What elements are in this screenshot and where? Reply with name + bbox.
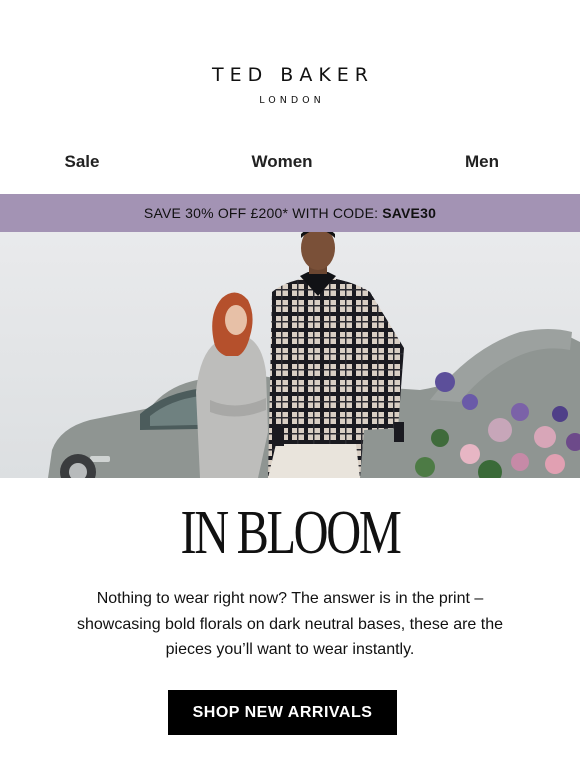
shop-new-arrivals-button[interactable]: SHOP NEW ARRIVALS: [168, 690, 397, 735]
headline: IN BLOOM: [180, 499, 401, 567]
body-line: pieces you’ll want to wear instantly.: [165, 641, 415, 658]
email-page: TED BAKER LONDON Sale Women Men SAVE 30%…: [0, 0, 580, 774]
promo-banner[interactable]: SAVE 30% OFF £200* WITH CODE: SAVE30: [0, 194, 580, 232]
promo-code: SAVE30: [382, 205, 437, 221]
body-line: Nothing to wear right now? The answer is…: [96, 590, 484, 607]
brand-logo[interactable]: TED BAKER LONDON: [0, 64, 580, 106]
hero-image[interactable]: [0, 232, 580, 478]
body-copy: Nothing to wear right now? The answer is…: [30, 586, 550, 663]
nav-item-sale[interactable]: Sale: [65, 152, 100, 172]
brand-tagline: LONDON: [259, 95, 325, 106]
nav-item-women[interactable]: Women: [251, 152, 312, 172]
main-nav: Sale Women Men: [0, 152, 580, 180]
body-line: showcasing bold florals on dark neutral …: [76, 615, 504, 633]
nav-item-men[interactable]: Men: [465, 152, 499, 172]
promo-text: SAVE 30% OFF £200* WITH CODE:: [143, 205, 379, 221]
brand-name: TED BAKER: [212, 64, 374, 86]
